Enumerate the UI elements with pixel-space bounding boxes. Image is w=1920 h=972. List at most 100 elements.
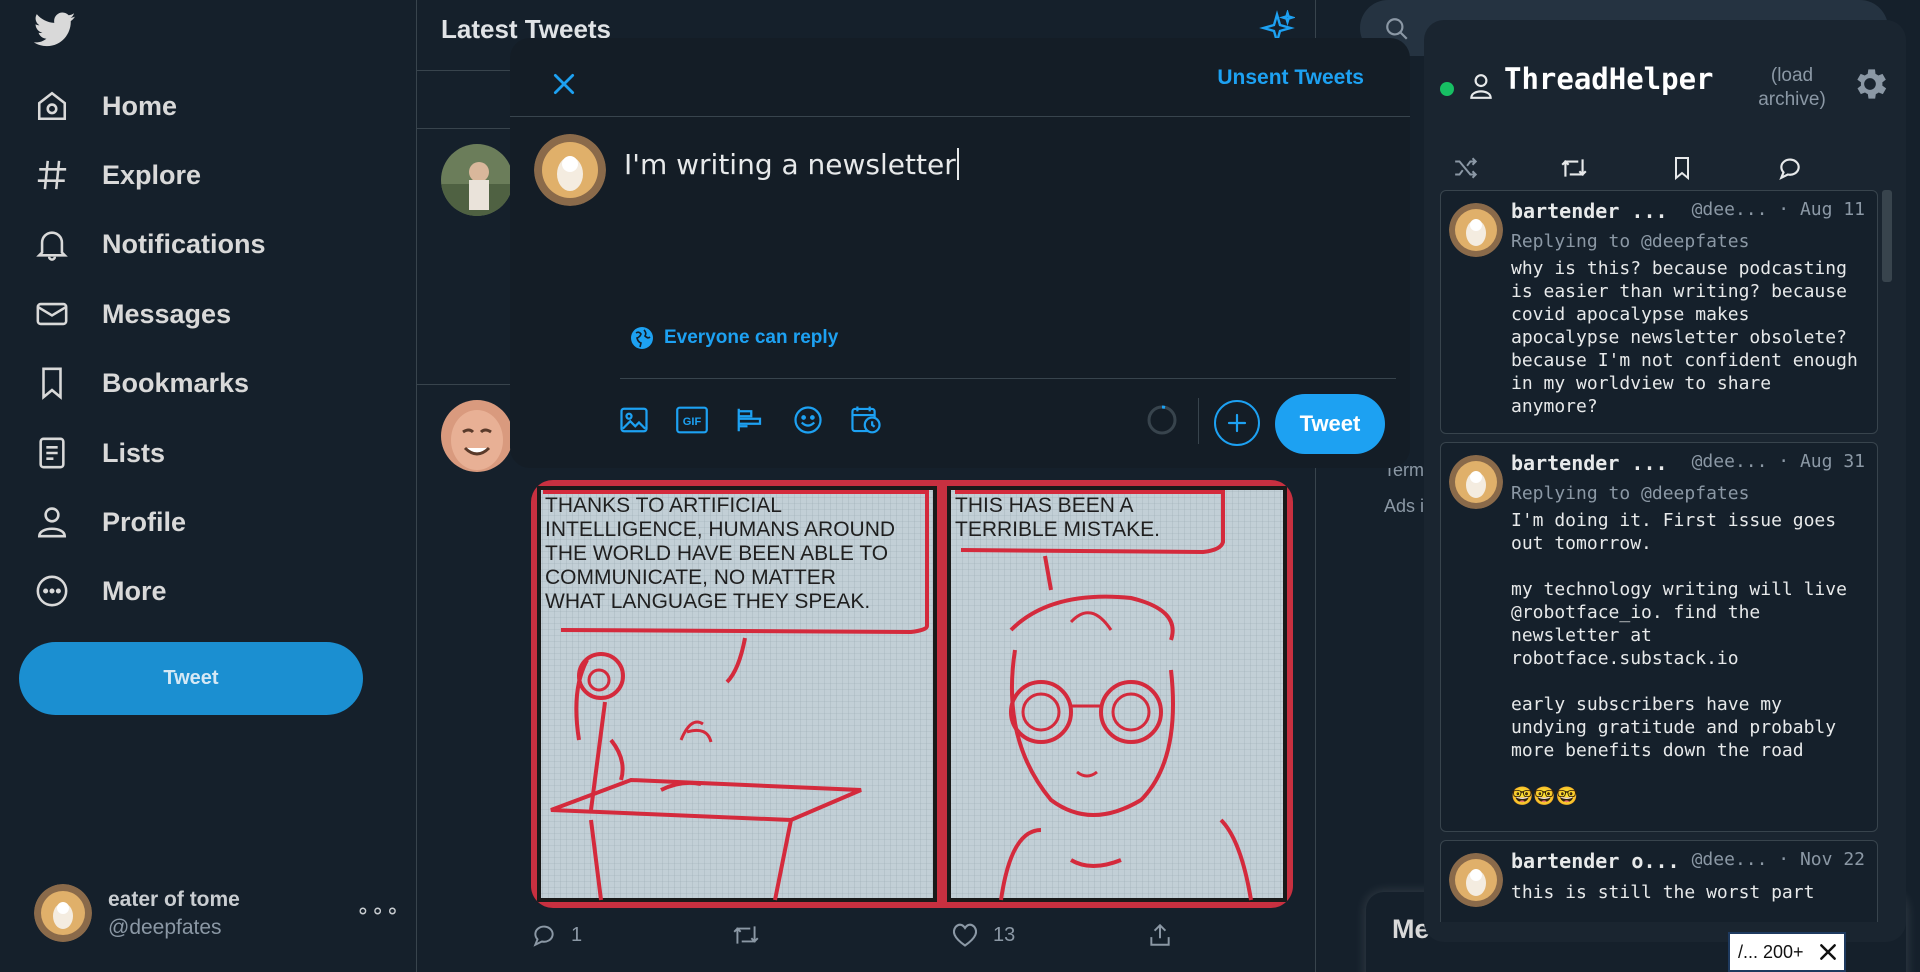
like-button[interactable]: 13 — [951, 922, 1015, 948]
nav-tweet-button[interactable]: Tweet — [19, 642, 363, 715]
close-button[interactable] — [540, 60, 588, 108]
avatar — [1449, 455, 1503, 509]
share-button[interactable] — [1147, 922, 1173, 948]
tweet-date: Aug 11 — [1799, 199, 1865, 220]
emoji-button[interactable] — [790, 402, 826, 438]
list-item[interactable]: bartender ... @dee... · Aug 11 Replying … — [1440, 190, 1878, 434]
more-circle-icon — [30, 569, 74, 613]
tweet-date: Aug 31 — [1799, 451, 1865, 472]
left-navigation: Home Explore Notifications Messages Book… — [0, 0, 416, 972]
share-icon — [1150, 923, 1170, 946]
comic-image[interactable]: THANKS TO ARTIFICIAL INTELLIGENCE, HUMAN… — [531, 480, 1293, 908]
tweet-button[interactable]: Tweet — [1275, 394, 1385, 454]
gif-button[interactable]: GIF — [674, 402, 710, 438]
shuffle-tab[interactable] — [1446, 148, 1486, 188]
load-archive-link[interactable]: (load archive) — [1742, 64, 1842, 112]
divider — [510, 116, 1410, 117]
nav-home-label: Home — [102, 90, 178, 121]
nav-more-label: More — [102, 575, 167, 606]
media-button[interactable] — [616, 402, 652, 438]
retweet-icon — [733, 926, 759, 944]
user-icon[interactable] — [1468, 72, 1494, 100]
poll-button[interactable] — [732, 402, 768, 438]
threadhelper-tweet-list[interactable]: bartender ... @dee... · Aug 11 Replying … — [1438, 190, 1892, 922]
avatar[interactable] — [441, 144, 513, 216]
nav-more[interactable]: More — [30, 565, 167, 617]
tweet-meta: @dee... · Aug 31 — [1691, 451, 1865, 472]
twitter-logo-icon[interactable] — [34, 12, 76, 52]
reply-setting-label: Everyone can reply — [664, 327, 839, 348]
plus-icon — [1227, 413, 1247, 433]
nav-bookmarks[interactable]: Bookmarks — [30, 357, 249, 409]
caption-line: THANKS TO ARTIFICIAL — [545, 494, 781, 517]
tweet-author-name: bartender ... — [1511, 451, 1668, 475]
unsent-tweets-link[interactable]: Unsent Tweets — [1217, 66, 1364, 90]
nav-explore-label: Explore — [102, 159, 202, 190]
compose-modal: Unsent Tweets I'm writing a newsletter E… — [510, 38, 1410, 468]
calendar-clock-icon — [851, 406, 881, 434]
globe-icon — [631, 327, 653, 349]
replying-to: Replying to @deepfates — [1511, 231, 1750, 252]
gif-label: GIF — [683, 416, 702, 428]
nav-explore[interactable]: Explore — [30, 149, 201, 201]
badge-text: /... 200+ — [1738, 941, 1804, 962]
emoji-icon — [794, 406, 822, 434]
reply-button[interactable]: 1 — [531, 922, 582, 948]
retweet-icon — [1561, 159, 1587, 177]
like-count: 13 — [993, 923, 1016, 946]
close-icon[interactable] — [1818, 942, 1838, 962]
caption-line: COMMUNICATE, NO MATTER — [545, 566, 836, 589]
retweet-button[interactable] — [731, 922, 761, 948]
tweet-text: this is still the worst part — [1511, 882, 1815, 903]
nav-messages-label: Messages — [102, 298, 232, 329]
nav-lists[interactable]: Lists — [30, 427, 165, 479]
nav-notifications[interactable]: Notifications — [30, 218, 266, 270]
list-icon — [30, 431, 74, 475]
retweet-tab[interactable] — [1554, 148, 1594, 188]
schedule-button[interactable] — [848, 402, 884, 438]
heart-icon — [952, 923, 978, 947]
list-item[interactable]: bartender ... @dee... · Aug 31 Replying … — [1440, 442, 1878, 832]
avatar — [1449, 203, 1503, 257]
avatar — [34, 884, 92, 942]
account-handle: @deepfates — [108, 916, 222, 939]
caption-line: THE WORLD HAVE BEEN ABLE TO — [545, 542, 888, 565]
nav-lists-label: Lists — [102, 437, 166, 468]
bookmark-tab[interactable] — [1662, 148, 1702, 188]
close-icon — [553, 73, 575, 95]
status-indicator — [1440, 82, 1454, 96]
caption-line: INTELLIGENCE, HUMANS AROUND — [545, 518, 895, 541]
tweet-author-name: bartender ... — [1511, 199, 1668, 223]
nav-home[interactable]: Home — [30, 80, 177, 132]
text-caret — [956, 148, 959, 180]
account-name: eater of tome — [108, 888, 240, 911]
bell-icon — [30, 222, 74, 266]
nav-profile[interactable]: Profile — [30, 496, 186, 548]
list-item[interactable]: bartender o... @dee... · Nov 22 this is … — [1440, 840, 1878, 922]
nav-messages[interactable]: Messages — [30, 288, 231, 340]
tweet-text-input[interactable]: I'm writing a newsletter — [624, 148, 959, 181]
notification-badge[interactable]: /... 200+ — [1728, 932, 1846, 972]
reply-setting-button[interactable]: Everyone can reply — [630, 326, 838, 350]
scrollbar[interactable] — [1882, 190, 1892, 282]
footer-ads-link[interactable]: Ads i — [1384, 496, 1424, 517]
account-switcher[interactable]: eater of tome @deepfates ∘∘∘ — [34, 884, 399, 944]
tweet-actions: 1 13 — [531, 922, 1291, 956]
gear-icon[interactable] — [1850, 64, 1890, 104]
image-icon — [620, 407, 648, 433]
tweet-meta: @dee... · Nov 22 — [1691, 849, 1865, 870]
reply-icon — [533, 925, 554, 947]
caption-line: TERRIBLE MISTAKE. — [955, 518, 1160, 541]
tweet-date: Nov 22 — [1799, 849, 1865, 870]
reply-tab[interactable] — [1770, 148, 1810, 188]
poll-icon — [737, 408, 762, 432]
divider — [1198, 398, 1199, 444]
home-icon — [30, 84, 74, 128]
avatar[interactable] — [441, 400, 513, 472]
tweet-author-name: bartender o... — [1511, 849, 1680, 873]
account-more-icon[interactable]: ∘∘∘ — [356, 898, 400, 924]
reply-count: 1 — [571, 923, 583, 946]
shuffle-icon — [1455, 157, 1478, 179]
add-tweet-button[interactable] — [1214, 400, 1260, 446]
caption-line: THIS HAS BEEN A — [955, 494, 1134, 517]
